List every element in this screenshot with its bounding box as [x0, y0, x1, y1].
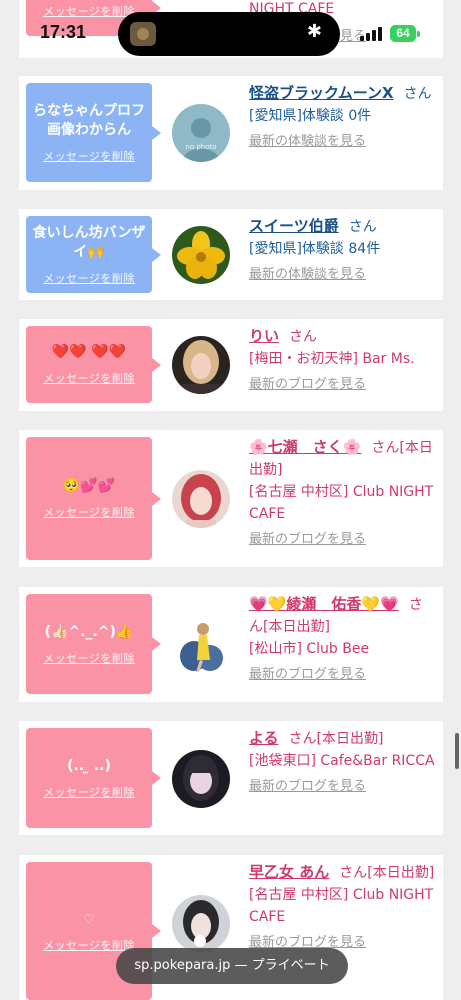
person-avatar-icon	[172, 470, 230, 528]
list-item: (👍🏻^._.^)👍 メッセージを削除 💗💛綾瀬 佑香💛💗 さん[本日出勤] [松…	[19, 587, 443, 702]
avatar[interactable]	[172, 616, 230, 674]
list-item: (.. ̫ ..) メッセージを削除 よる さん[本日出勤] [池袋東口] Caf…	[19, 721, 443, 835]
delete-message-link[interactable]: メッセージを削除	[43, 650, 135, 666]
honorific: さん	[403, 86, 432, 102]
latest-link[interactable]: 最新の体験談を見る	[249, 131, 366, 153]
message-bubble: 食いしん坊バンザイ🙌 メッセージを削除	[26, 216, 161, 293]
shop-info: [名古屋 中村区] Club NIGHT CAFE	[249, 887, 434, 925]
user-name-link[interactable]: よる	[249, 729, 279, 747]
honorific: さん[本日出勤]	[339, 865, 435, 881]
person-avatar-icon	[172, 750, 230, 808]
dynamic-island: ✱	[118, 12, 340, 56]
message-bubble: 🥺💕💕 メッセージを削除	[26, 437, 161, 560]
user-name-link[interactable]: りい	[249, 327, 279, 345]
user-name-link[interactable]: 💗💛綾瀬 佑香💛💗	[249, 595, 399, 613]
user-name-link[interactable]: 怪盗ブラックムーンX	[249, 84, 394, 102]
person-avatar-icon	[172, 616, 230, 674]
honorific: さん	[348, 219, 377, 235]
signal-icon	[360, 27, 382, 41]
user-info: [愛知県]体験談 0件	[249, 108, 372, 124]
user-info: [愛知県]体験談 84件	[249, 241, 381, 257]
delete-message-link[interactable]: メッセージを削除	[43, 784, 135, 800]
battery-tip	[417, 31, 420, 37]
latest-link[interactable]: 最新の体験談を見る	[249, 264, 366, 286]
message-text: らなちゃんプロフ画像わからん	[33, 102, 145, 138]
shop-info: [名古屋 中村区] Club NIGHT CAFE	[249, 484, 434, 522]
honorific: さん	[289, 329, 318, 345]
message-text: (👍🏻^._.^)👍	[44, 623, 134, 640]
person-avatar-icon	[172, 895, 230, 953]
user-name-link[interactable]: 早乙女 あん	[249, 863, 329, 881]
latest-link[interactable]: 最新のブログを見る	[249, 374, 366, 396]
message-bubble: らなちゃんプロフ画像わからん メッセージを削除	[26, 83, 161, 182]
list-item: ❤️❤️ ❤️❤️ メッセージを削除 りい さん [梅田・お初天神] Bar Ms…	[19, 319, 443, 411]
delete-message-link[interactable]: メッセージを削除	[43, 370, 135, 386]
avatar[interactable]	[172, 470, 230, 528]
clock: 17:31	[40, 22, 87, 42]
avatar[interactable]	[172, 336, 230, 394]
battery-icon: 64	[390, 25, 416, 42]
no-photo-avatar-icon: no photo	[172, 104, 230, 162]
avatar[interactable]	[172, 226, 230, 284]
avatar[interactable]: no photo	[172, 104, 230, 162]
avatar[interactable]	[172, 895, 230, 953]
url-bar[interactable]: sp.pokepara.jp — プライベート	[116, 948, 348, 984]
shop-info: [池袋東口] Cafe&Bar RICCA	[249, 753, 435, 769]
person-avatar-icon	[172, 336, 230, 394]
list-item: らなちゃんプロフ画像わからん メッセージを削除 no photo 怪盗ブラックム…	[19, 76, 443, 190]
message-text: 食いしん坊バンザイ🙌	[32, 224, 146, 260]
delete-message-link[interactable]: メッセージを削除	[43, 937, 135, 953]
delete-message-link[interactable]: メッセージを削除	[43, 148, 135, 164]
now-playing-app-icon	[130, 22, 156, 46]
message-text: ❤️❤️ ❤️❤️	[51, 344, 127, 360]
latest-link[interactable]: 最新のブログを見る	[249, 776, 366, 798]
latest-link[interactable]: 最新のブログを見る	[249, 664, 366, 686]
list-item: 食いしん坊バンザイ🙌 メッセージを削除 スイーツ伯爵 さん [愛知県]体験談 84…	[19, 209, 443, 300]
status-bar: 17:31 ✱ 64	[0, 0, 461, 66]
list-item: 🥺💕💕 メッセージを削除 🌸七瀬 さく🌸 さん[本日出勤] [名古屋 中村区] C…	[19, 430, 443, 567]
honorific: さん[本日出勤]	[288, 731, 384, 747]
delete-message-link[interactable]: メッセージを削除	[43, 504, 135, 520]
shop-info: [松山市] Club Bee	[249, 641, 370, 657]
scrollbar[interactable]	[455, 733, 459, 769]
user-name-link[interactable]: 🌸七瀬 さく🌸	[249, 438, 361, 456]
message-text: 🥺💕💕	[62, 478, 116, 494]
flower-avatar-icon	[172, 226, 230, 284]
delete-message-link[interactable]: メッセージを削除	[43, 270, 135, 286]
svg-text:no photo: no photo	[185, 143, 216, 151]
bluetooth-icon: ✱	[306, 21, 322, 42]
message-text: ♡	[83, 911, 95, 926]
message-bubble: ❤️❤️ ❤️❤️ メッセージを削除	[26, 326, 161, 403]
message-bubble: (.. ̫ ..) メッセージを削除	[26, 728, 161, 828]
user-name-link[interactable]: スイーツ伯爵	[249, 217, 339, 235]
shop-info: [梅田・お初天神] Bar Ms.	[249, 351, 415, 367]
avatar[interactable]	[172, 750, 230, 808]
message-text: (.. ̫ ..)	[67, 757, 111, 774]
message-bubble: (👍🏻^._.^)👍 メッセージを削除	[26, 594, 161, 694]
latest-link[interactable]: 最新のブログを見る	[249, 529, 366, 551]
